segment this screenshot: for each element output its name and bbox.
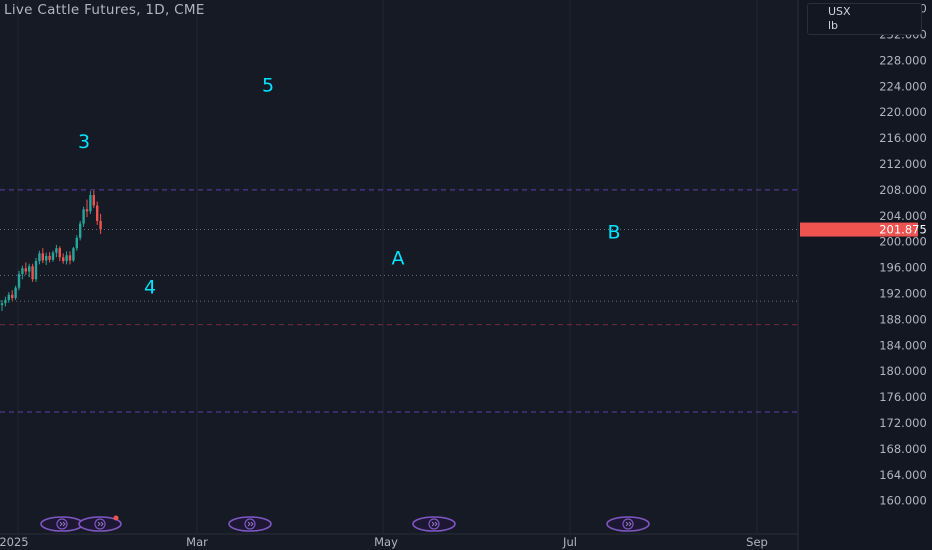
candle-body <box>85 209 89 212</box>
candle-body <box>72 248 75 261</box>
x-tick-label: Jul <box>562 535 577 549</box>
y-tick-label: 176.000 <box>879 390 927 404</box>
x-tick-label: Mar <box>186 535 208 549</box>
candle-body <box>38 253 41 262</box>
candle-body <box>0 303 4 306</box>
candle-body <box>99 220 102 230</box>
y-tick-label: 208.000 <box>879 183 927 197</box>
price-chart[interactable]: 345AB 236.000232.000228.000224.000220.00… <box>0 0 932 550</box>
y-tick-label: 168.000 <box>879 442 927 456</box>
candle-body <box>45 255 48 261</box>
candle-body <box>89 195 92 212</box>
candle-body <box>4 299 7 304</box>
candle-body <box>11 294 14 299</box>
y-tick-label: 224.000 <box>879 79 927 93</box>
candle-body <box>58 248 61 258</box>
candle-body <box>17 274 21 288</box>
current-price-tag: 201.875 <box>800 222 927 237</box>
wave-label-b: B <box>607 221 620 243</box>
candle-body <box>68 255 72 261</box>
candle-body <box>48 255 51 260</box>
candle-body <box>62 257 65 262</box>
candle-body <box>65 255 68 262</box>
y-tick-label: 192.000 <box>879 287 927 301</box>
candle-body <box>75 237 78 249</box>
unit-selector[interactable]: USX lb <box>807 3 922 35</box>
candle-body <box>34 261 38 280</box>
candle-body <box>92 195 95 206</box>
candle-body <box>14 287 17 299</box>
current-price-label: 201.875 <box>879 223 927 237</box>
candle-body <box>51 252 55 260</box>
x-tick-label: May <box>374 535 398 549</box>
candle-body <box>31 266 34 280</box>
y-tick-label: 204.000 <box>879 209 927 223</box>
y-tick-label: 200.000 <box>879 235 927 249</box>
candle-body <box>96 205 99 221</box>
y-tick-label: 188.000 <box>879 312 927 326</box>
y-tick-label: 172.000 <box>879 416 927 430</box>
y-tick-label: 216.000 <box>879 131 927 145</box>
event-marker-2[interactable] <box>228 516 272 532</box>
y-tick-label: 196.000 <box>879 261 927 275</box>
y-tick-label: 220.000 <box>879 105 927 119</box>
event-marker-3[interactable] <box>412 516 456 532</box>
y-tick-label: 180.000 <box>879 364 927 378</box>
y-tick-label: 228.000 <box>879 53 927 67</box>
candle-body <box>24 268 27 272</box>
y-tick-label: 164.000 <box>879 468 927 482</box>
wave-label-5: 5 <box>262 74 274 96</box>
wave-label-3: 3 <box>78 131 90 153</box>
candle-body <box>79 223 82 238</box>
candle-body <box>41 253 44 261</box>
x-tick-label: 2025 <box>0 535 29 549</box>
candle-body <box>82 209 85 224</box>
candle-body <box>28 266 31 272</box>
candle-body <box>7 294 10 300</box>
unit-label: lb <box>828 19 839 32</box>
wave-label-a: A <box>392 247 405 269</box>
alert-dot-icon <box>113 515 119 521</box>
wave-label-4: 4 <box>144 277 156 299</box>
y-tick-label: 184.000 <box>879 338 927 352</box>
x-tick-label: Sep <box>746 535 768 549</box>
currency-label: USX <box>828 5 851 18</box>
event-marker-0[interactable] <box>40 516 84 532</box>
event-marker-4[interactable] <box>606 516 650 532</box>
candle-body <box>21 268 24 275</box>
y-tick-label: 160.000 <box>879 494 927 508</box>
chart-title: Live Cattle Futures, 1D, CME <box>4 2 205 18</box>
candle-body <box>55 248 58 253</box>
y-tick-label: 212.000 <box>879 157 927 171</box>
